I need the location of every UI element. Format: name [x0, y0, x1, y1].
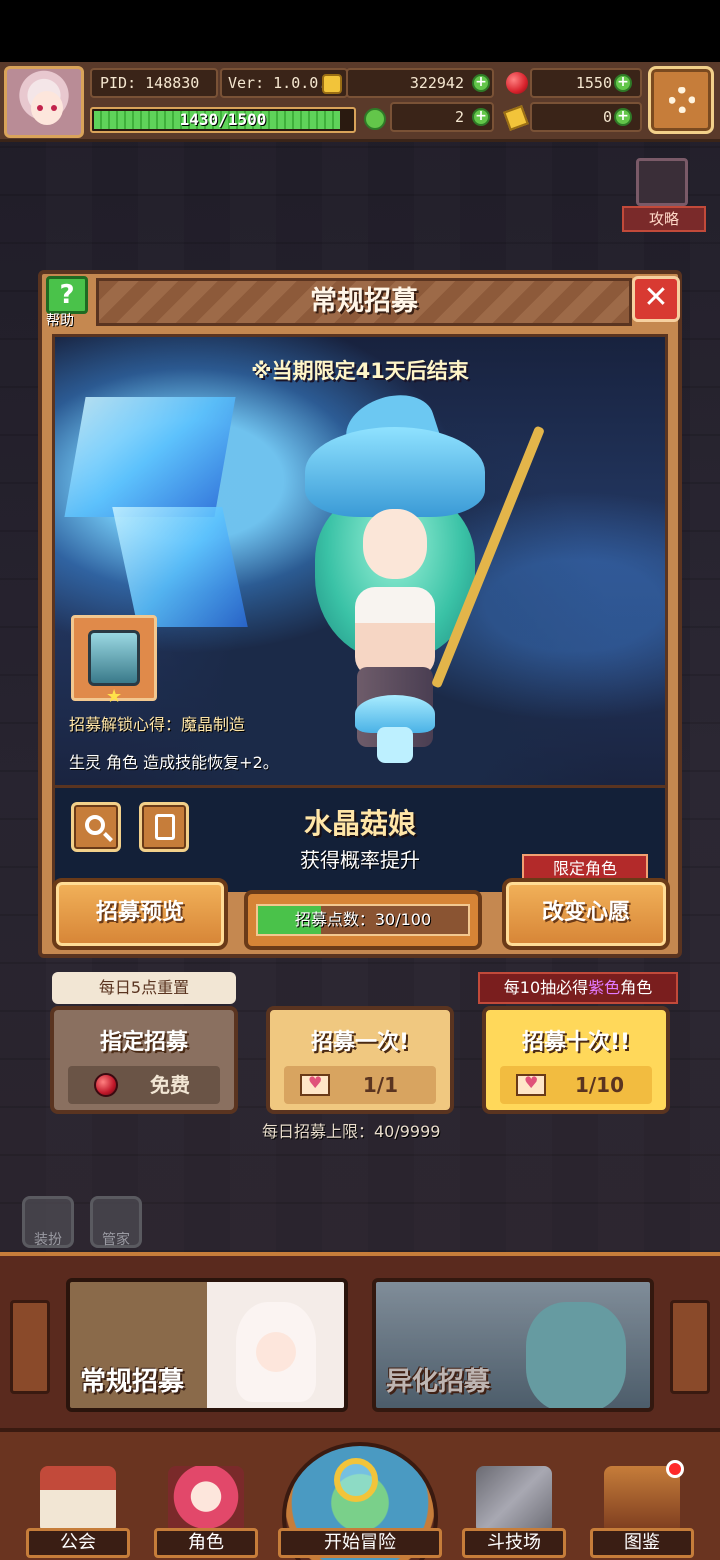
alien-recruit-banner[interactable]: 异化招募 — [372, 1278, 654, 1412]
recruit-once-cost-label: 1/1 — [362, 1073, 398, 1097]
dress-up-button[interactable]: 装扮 — [22, 1196, 74, 1248]
ruby-icon — [506, 72, 528, 94]
nav-start-adventure[interactable]: 开始冒险 — [278, 1432, 442, 1560]
scroll-left-tab[interactable] — [10, 1300, 50, 1394]
butler-label: 管家 — [102, 1232, 130, 1248]
recruit-panel: 常规招募 ? 帮助 ✕ ※当期限定41天后结束 ★ 招募解锁心得：魔晶制造 生灵… — [38, 270, 682, 958]
unlock-skill-effect: 生灵 角色 造成技能恢复+2。 — [69, 753, 279, 772]
mushroom-pet — [355, 695, 435, 765]
gear-icon — [669, 87, 695, 113]
ruby-icon — [94, 1073, 118, 1097]
mushroom-stem — [377, 727, 413, 763]
ticket-icon — [503, 105, 529, 131]
recruit-points-text: 招募点数：30/100 — [294, 910, 432, 929]
heart-ticket-icon — [300, 1073, 330, 1096]
notification-dot — [666, 1460, 684, 1478]
energy-text: 1430/1500 — [179, 110, 267, 129]
limited-time-notice: ※当期限定41天后结束 — [251, 359, 469, 383]
designated-recruit-button[interactable]: 指定招募 免费 — [50, 1006, 238, 1114]
star-icon: ★ — [106, 686, 123, 707]
heroine-hat — [305, 427, 485, 517]
nav-adventure-label: 开始冒险 — [278, 1528, 442, 1558]
panel-header: 常规招募 — [96, 278, 632, 326]
guarantee-tag: 每10抽必得紫色角色 — [478, 972, 678, 1004]
guarantee-highlight: 紫色 — [588, 978, 621, 997]
nav-guild-label: 公会 — [26, 1528, 130, 1558]
add-gold-button[interactable]: + — [472, 74, 490, 92]
banner-character-face — [256, 1332, 296, 1372]
character-icon — [168, 1466, 244, 1534]
guide-label: 攻略 — [622, 206, 706, 232]
crystal-decoration — [64, 397, 236, 517]
gold-coin-icon — [322, 74, 342, 94]
guarantee-suffix: 角色 — [620, 978, 653, 997]
featured-character-art: ※当期限定41天后结束 ★ 招募解锁心得：魔晶制造 生灵 角色 造成技能恢复+2… — [52, 334, 668, 788]
recruit-banner-area: 常规招募 异化招募 — [0, 1252, 720, 1428]
recruit-points-bar: 招募点数：30/100 — [244, 890, 482, 950]
guild-icon — [40, 1466, 116, 1534]
recruit-once-button[interactable]: 招募一次! 1/1 — [266, 1006, 454, 1114]
designated-cost: 免费 — [68, 1066, 220, 1104]
recruit-ten-title: 招募十次!! — [521, 1030, 631, 1055]
avatar-eye-icon — [37, 105, 43, 111]
recruit-once-title: 招募一次! — [310, 1030, 410, 1055]
crystal-decoration — [112, 507, 248, 627]
nav-characters-label: 角色 — [154, 1528, 258, 1558]
unlock-skill-text: 招募解锁心得：魔晶制造 — [69, 715, 246, 734]
clover-icon — [364, 108, 386, 130]
daily-reset-tag: 每日5点重置 — [52, 972, 236, 1004]
dress-up-label: 装扮 — [34, 1232, 62, 1248]
guarantee-prefix: 每10抽必得 — [503, 978, 589, 997]
regular-recruit-label: 常规招募 — [80, 1367, 185, 1397]
player-avatar[interactable] — [4, 66, 84, 138]
banner-character-art — [526, 1302, 626, 1408]
heart-ticket-icon — [516, 1073, 546, 1096]
energy-bar: 1430/1500 — [90, 107, 356, 133]
alien-recruit-label: 异化招募 — [386, 1367, 491, 1397]
settings-button[interactable] — [648, 66, 714, 134]
recruit-preview-button[interactable]: 招募预览 — [52, 878, 228, 950]
help-label: 帮助 — [46, 313, 74, 329]
heroine-body — [355, 587, 435, 677]
daily-recruit-limit: 每日招募上限：40/9999 — [262, 1122, 441, 1141]
avatar-face — [31, 91, 63, 125]
regular-recruit-banner[interactable]: 常规招募 — [66, 1278, 348, 1412]
avatar-eye-icon — [51, 105, 57, 111]
add-ruby-button[interactable]: + — [614, 74, 632, 92]
question-icon: ? — [46, 276, 88, 314]
scroll-right-tab[interactable] — [670, 1300, 710, 1394]
designated-cost-label: 免费 — [150, 1073, 190, 1097]
magnifier-icon — [334, 1458, 378, 1502]
featured-character-name: 水晶菇娘 — [303, 807, 416, 840]
change-wish-button[interactable]: 改变心愿 — [502, 878, 670, 950]
help-button[interactable]: ? 帮助 — [42, 274, 92, 330]
panel-title: 常规招募 — [310, 286, 418, 317]
status-bar — [0, 0, 720, 62]
recruit-ten-button[interactable]: 招募十次!! 1/10 — [482, 1006, 670, 1114]
nav-arena[interactable]: 斗技场 — [462, 1462, 566, 1558]
designated-recruit-title: 指定招募 — [99, 1030, 188, 1055]
heroine-face — [363, 509, 427, 579]
bottom-nav: 公会 角色 开始冒险 斗技场 图鉴 — [0, 1428, 720, 1560]
crossed-swords-icon — [476, 1466, 552, 1534]
nav-arena-label: 斗技场 — [462, 1528, 566, 1558]
nav-codex-label: 图鉴 — [590, 1528, 694, 1558]
nav-characters[interactable]: 角色 — [154, 1462, 258, 1558]
close-button[interactable]: ✕ — [632, 276, 680, 322]
guide-button[interactable]: 攻略 — [620, 158, 706, 240]
add-ticket-button[interactable]: + — [614, 108, 632, 126]
crystal-device-icon — [88, 630, 140, 686]
add-clover-button[interactable]: + — [472, 108, 490, 126]
recruit-ten-cost-label: 1/10 — [574, 1073, 624, 1097]
butler-button[interactable]: 管家 — [90, 1196, 142, 1248]
points-track: 招募点数：30/100 — [256, 904, 470, 936]
recruit-ten-cost: 1/10 — [500, 1066, 652, 1104]
pid-label: PID: 148830 — [90, 68, 218, 98]
nav-guild[interactable]: 公会 — [26, 1462, 130, 1558]
chat-icon — [636, 158, 688, 206]
recruit-once-cost: 1/1 — [284, 1066, 436, 1104]
unlock-skill-icon[interactable]: ★ — [71, 615, 157, 706]
